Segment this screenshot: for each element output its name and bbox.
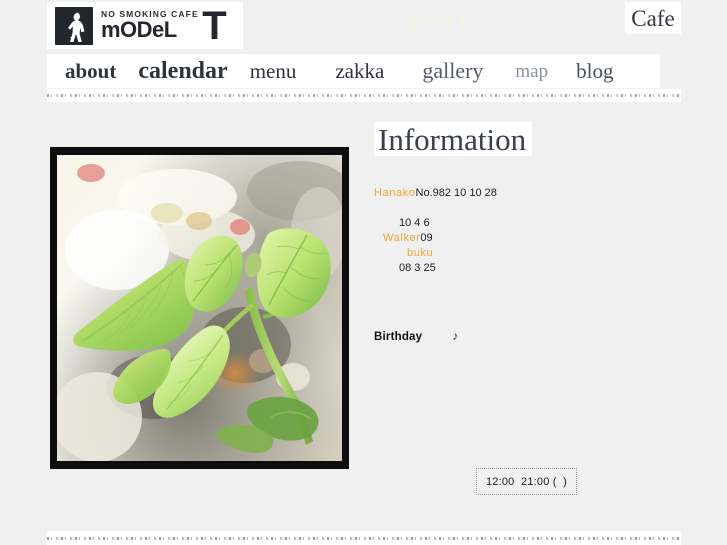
- info-row-4: buku: [407, 247, 434, 259]
- plant-leaves-photo[interactable]: [50, 147, 349, 469]
- information-body: HanakoNo.982 10 10 28 10 4 6 Walker09 bu…: [374, 186, 674, 276]
- divider-top: [47, 89, 681, 102]
- cafe-plate: Cafe: [625, 2, 681, 34]
- nav-item-blog[interactable]: blog: [576, 60, 613, 82]
- nav-item-about[interactable]: about: [65, 60, 116, 82]
- divider-bottom: [47, 531, 681, 545]
- cafe-plate-label: Cafe: [631, 5, 675, 31]
- header-watermark: MODeL T: [411, 14, 467, 28]
- info-row-2: 10 4 6: [399, 217, 430, 229]
- birthday-label: Birthday: [374, 331, 423, 343]
- information-title-plate: Information: [374, 121, 533, 157]
- nav-item-map[interactable]: map: [515, 62, 548, 81]
- divider-texture: [47, 94, 681, 97]
- photo-image: [57, 155, 342, 461]
- opening-hours-box: 12:00 21:00 ( ): [476, 468, 577, 495]
- logo-big-letter: T: [202, 4, 227, 49]
- info-row-1-accent: Hanako: [374, 187, 416, 199]
- info-row-3-text: 09: [420, 232, 433, 244]
- silhouette-smoking-woman-icon: [55, 6, 93, 45]
- info-row-5: 08 3 25: [399, 262, 436, 274]
- site-logo[interactable]: NO SMOKING CAFE mODeL T: [47, 2, 243, 49]
- nav-item-zakka[interactable]: zakka: [335, 60, 384, 82]
- info-row-3: Walker09: [374, 231, 674, 246]
- nav-item-gallery[interactable]: gallery: [422, 60, 483, 82]
- nav-item-calendar[interactable]: calendar: [138, 59, 227, 83]
- main-navigation: about calendar menu zakka gallery map bl…: [47, 54, 660, 88]
- logo-name: mODeL: [101, 16, 177, 42]
- music-note-icon: ♪: [452, 329, 459, 343]
- page-root: NO SMOKING CAFE mODeL T MODeL T Cafe abo…: [0, 0, 727, 545]
- info-row-3-accent: Walker: [383, 232, 421, 244]
- info-row-1-text: No.982 10 10 28: [415, 187, 497, 199]
- divider-texture: [47, 537, 681, 540]
- birthday-row: Birthday ♪: [374, 329, 458, 343]
- logo-wordmark: NO SMOKING CAFE mODeL T: [101, 6, 227, 46]
- opening-hours-text: 12:00 21:00 ( ): [485, 475, 568, 488]
- info-row-1: HanakoNo.982 10 10 28: [374, 186, 674, 201]
- page-title: Information: [378, 121, 527, 157]
- nav-item-menu[interactable]: menu: [250, 60, 297, 82]
